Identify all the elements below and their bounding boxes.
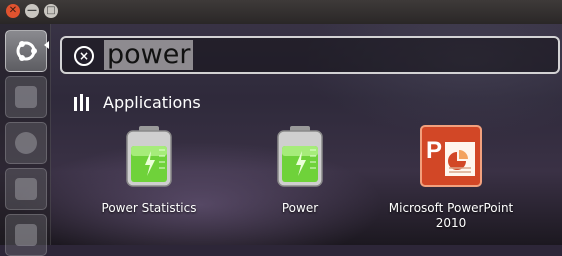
result-microsoft-powerpoint[interactable]: P Microsoft PowerPoint 2010 [386, 124, 516, 231]
launcher-item-media[interactable] [5, 214, 47, 256]
clear-search-icon[interactable]: × [74, 46, 94, 66]
applications-lens-icon [72, 92, 92, 112]
launcher-item-disk[interactable] [5, 168, 47, 210]
dash-home-button[interactable] [5, 30, 47, 72]
launcher-item-browser[interactable] [5, 122, 47, 164]
svg-text:P: P [426, 137, 442, 164]
battery-icon [277, 126, 323, 187]
browser-icon [15, 132, 37, 154]
search-query-text: power [104, 40, 194, 70]
result-label: Power [281, 201, 319, 215]
launcher-item-home-folder[interactable] [5, 76, 47, 118]
powerpoint-icon: P [420, 125, 482, 187]
folder-icon [15, 86, 37, 108]
battery-icon [126, 126, 172, 187]
category-label: Applications [103, 92, 201, 112]
drive-icon [15, 178, 37, 200]
result-power[interactable]: Power [235, 124, 365, 216]
result-label: Power Statistics [101, 201, 197, 215]
close-window-button[interactable]: ✕ [6, 4, 20, 18]
clapperboard-icon [15, 224, 37, 246]
active-indicator-icon [44, 41, 49, 49]
launcher [0, 24, 51, 256]
minimize-window-button[interactable]: — [25, 4, 39, 18]
result-power-statistics[interactable]: Power Statistics [84, 124, 214, 216]
maximize-window-button[interactable]: □ [44, 4, 58, 18]
ubuntu-logo-icon [16, 41, 37, 61]
result-label: Microsoft PowerPoint 2010 [388, 201, 514, 230]
category-header: Applications [72, 91, 201, 113]
search-input[interactable]: × power [60, 36, 560, 74]
top-panel: ✕ — □ [0, 0, 562, 24]
